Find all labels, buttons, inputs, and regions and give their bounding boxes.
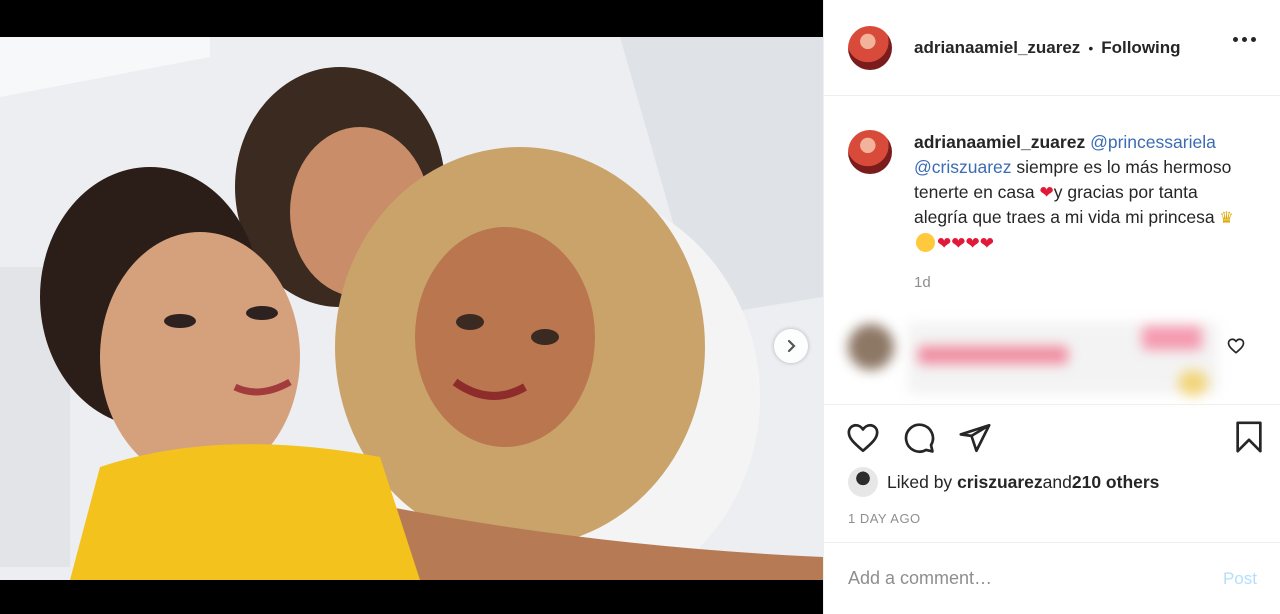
emoji-heart-icon: ❤❤❤❤ [937,234,994,253]
likes-and: and [1042,471,1072,492]
emoji-crown-icon: ♛ [1219,210,1234,227]
likes-summary: Liked by criszuarez and 210 others [848,467,1159,497]
post-media [0,0,823,614]
next-slide-button[interactable] [774,329,808,363]
post-date[interactable]: 1 DAY AGO [848,511,921,526]
author-username[interactable]: adrianaamiel_zuarez [914,38,1080,58]
caption-time-ago[interactable]: 1d [914,274,1244,291]
mention-princessariela[interactable]: @princessariela [1090,132,1216,152]
emoji-heart-icon: ❤ [1039,183,1054,202]
post-photo[interactable] [0,37,823,580]
heart-icon[interactable] [846,421,880,455]
chevron-right-icon [787,339,796,353]
emoji-wink-icon [916,233,935,252]
liker-avatar[interactable] [848,467,878,497]
share-icon[interactable] [958,421,992,455]
post-side-panel: adrianaamiel_zuarez • Following adrianaa… [823,0,1280,614]
bookmark-icon[interactable] [1232,419,1266,455]
caption-username[interactable]: adrianaamiel_zuarez [914,132,1085,152]
caption-text: adrianaamiel_zuarez @princessariela @cri… [914,130,1244,256]
comment-input[interactable] [848,568,1223,589]
more-icon[interactable] [1233,37,1256,42]
liker-username[interactable]: criszuarez [957,472,1043,493]
heart-icon[interactable] [1227,337,1245,355]
post-actions: Liked by criszuarez and 210 others 1 DAY… [824,404,1280,540]
comment-icon[interactable] [902,421,936,455]
follow-status-button[interactable]: Following [1101,38,1180,58]
separator-bullet: • [1088,39,1094,56]
caption-avatar[interactable] [848,130,892,174]
caption: adrianaamiel_zuarez @princessariela @cri… [848,130,1258,291]
likes-others[interactable]: 210 others [1072,472,1160,493]
mention-criszuarez[interactable]: @criszuarez [914,157,1012,177]
likes-prefix: Liked by [887,471,953,492]
add-comment-bar: Post [824,542,1280,614]
author-avatar[interactable] [848,25,892,70]
blurred-comment [848,318,1228,398]
post-header: adrianaamiel_zuarez • Following [824,0,1280,96]
post-comment-button[interactable]: Post [1223,569,1257,589]
photo-illustration [0,37,823,580]
